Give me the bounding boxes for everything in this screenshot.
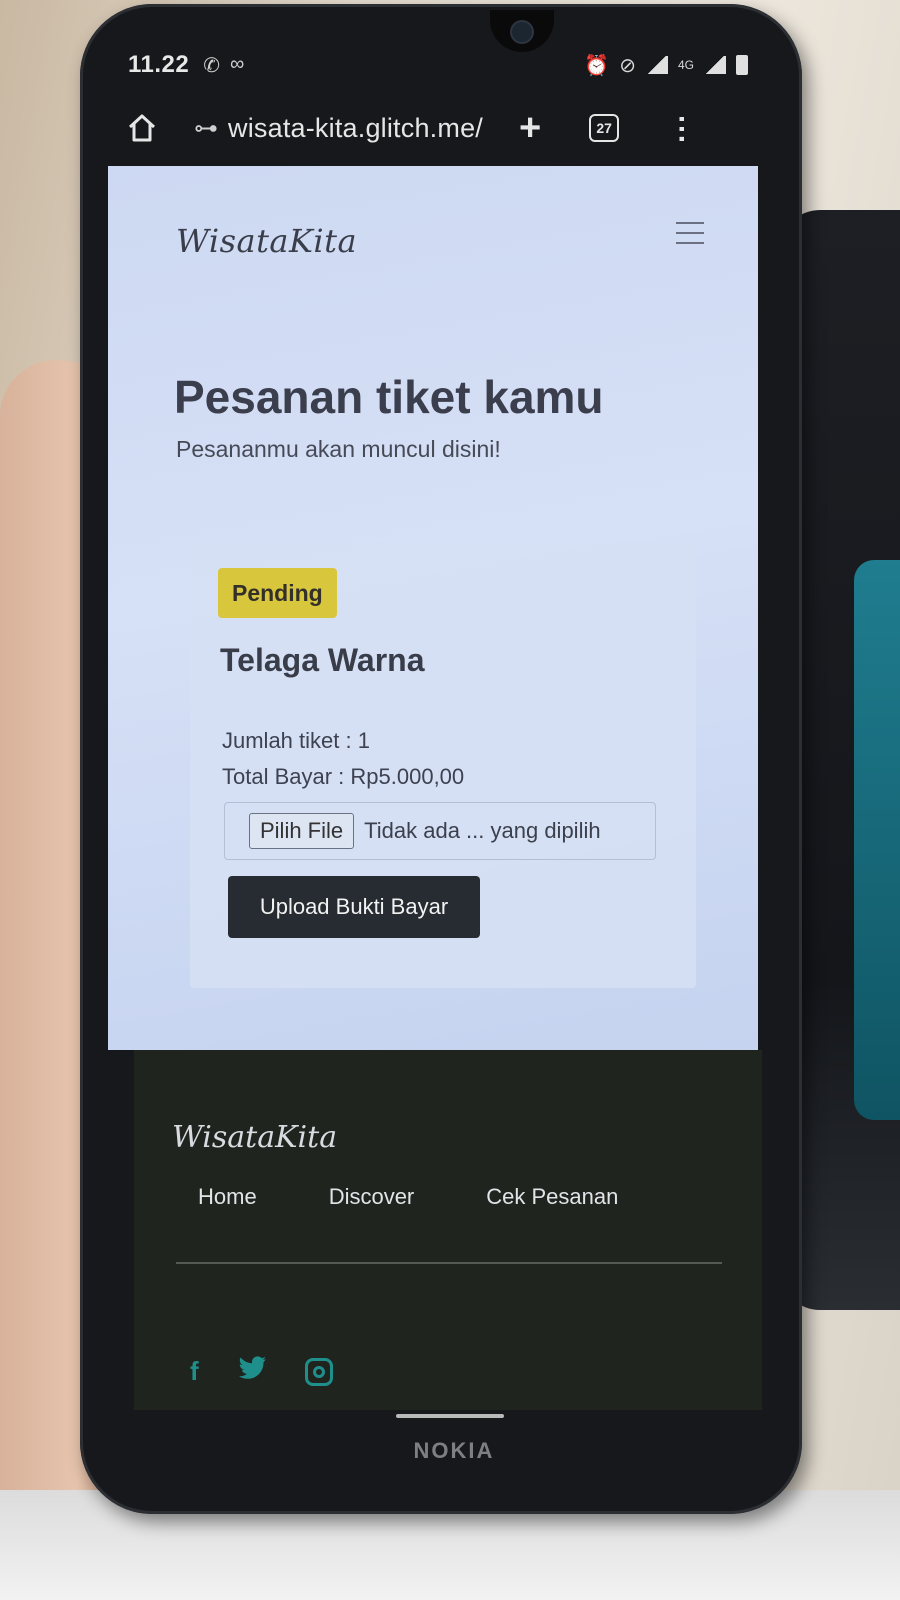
- signal-icon: [645, 56, 668, 74]
- choose-file-button[interactable]: Pilih File: [249, 813, 355, 849]
- silent-icon: ⊘: [619, 54, 636, 77]
- status-time: 11.22: [128, 51, 190, 78]
- incognito-icon: ∞: [230, 52, 245, 75]
- browser-toolbar: ⊶ wisata-kita.glitch.me/ + 27 ⋯: [120, 96, 760, 160]
- home-icon[interactable]: [120, 106, 164, 150]
- new-tab-icon[interactable]: +: [519, 109, 541, 147]
- footer-link-cek-pesanan[interactable]: Cek Pesanan: [486, 1184, 618, 1210]
- site-footer: WisataKita Home Discover Cek Pesanan f: [134, 1050, 762, 1410]
- teal-object-background: [854, 560, 900, 1120]
- site-logo[interactable]: WisataKita: [176, 222, 357, 260]
- alarm-icon: ⏰: [584, 54, 610, 77]
- address-bar[interactable]: wisata-kita.glitch.me/: [228, 113, 483, 144]
- destination-title: Telaga Warna: [220, 642, 425, 678]
- page-subtitle: Pesananmu akan muncul disini!: [176, 436, 501, 462]
- device-logo: NOKIA: [413, 1438, 495, 1463]
- page-title: Pesanan tiket kamu: [174, 371, 604, 423]
- network-type: 4G: [677, 58, 694, 72]
- twitter-icon[interactable]: [237, 1356, 267, 1387]
- battery-icon: [736, 55, 748, 75]
- gesture-bar[interactable]: [396, 1414, 504, 1418]
- status-badge: Pending: [218, 568, 337, 618]
- upload-proof-button[interactable]: Upload Bukti Bayar: [228, 876, 480, 938]
- more-options-icon[interactable]: ⋯: [665, 114, 698, 142]
- hamburger-menu-icon[interactable]: [676, 222, 704, 244]
- footer-nav: Home Discover Cek Pesanan: [198, 1184, 618, 1210]
- ticket-count: Jumlah tiket : 1: [222, 728, 370, 753]
- social-links: f: [190, 1356, 333, 1387]
- footer-divider: [176, 1262, 722, 1264]
- site-settings-icon[interactable]: ⊶: [194, 114, 218, 143]
- web-page: WisataKita Pesanan tiket kamu Pesananmu …: [108, 166, 758, 1050]
- instagram-icon[interactable]: [304, 1357, 333, 1386]
- total-payment: Total Bayar : Rp5.000,00: [222, 764, 465, 789]
- whatsapp-icon: ✆: [203, 54, 220, 77]
- footer-link-discover[interactable]: Discover: [329, 1184, 415, 1210]
- order-card: Pending Telaga Warna Jumlah tiket : 1 To…: [190, 542, 696, 988]
- front-camera: [512, 22, 532, 42]
- facebook-icon[interactable]: f: [190, 1356, 199, 1387]
- footer-logo[interactable]: WisataKita: [172, 1120, 337, 1155]
- file-status-text: Tidak ada ... yang dipilih: [364, 818, 601, 843]
- file-input[interactable]: Pilih File Tidak ada ... yang dipilih: [224, 802, 656, 860]
- footer-link-home[interactable]: Home: [198, 1184, 257, 1210]
- camera-notch: [490, 10, 554, 52]
- signal-icon-2: [704, 56, 726, 74]
- status-bar: 11.22 ✆ ∞ ⏰ ⊘ 4G: [128, 48, 748, 82]
- tab-switcher-button[interactable]: 27: [589, 114, 620, 142]
